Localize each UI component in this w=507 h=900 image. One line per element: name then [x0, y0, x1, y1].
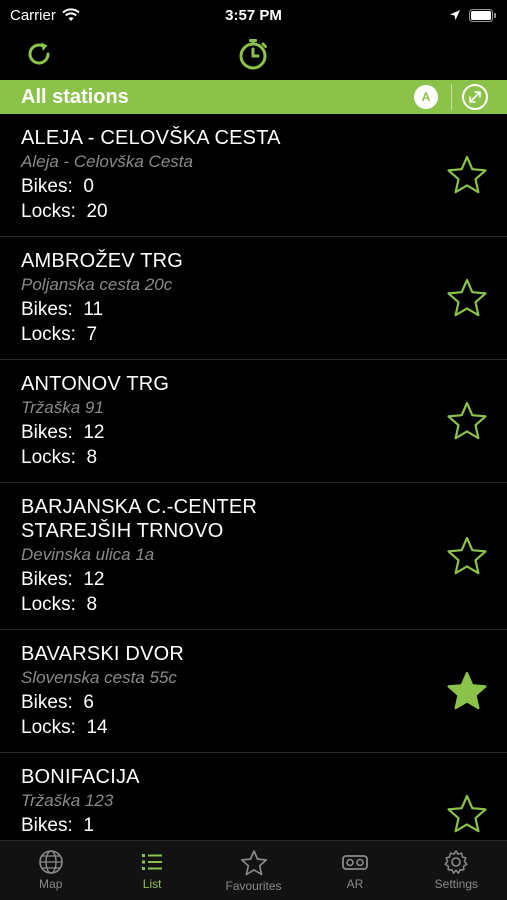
station-list: ALEJA - CELOVŠKA CESTA Aleja - Celovška … — [0, 114, 507, 840]
bikes-label: Bikes: — [21, 569, 73, 590]
tab-ar[interactable]: AR — [304, 841, 405, 900]
carrier-label: Carrier — [10, 6, 56, 24]
locks-count: 14 — [86, 717, 108, 738]
status-bar: Carrier 3:57 PM — [0, 0, 507, 30]
vr-headset-icon — [342, 855, 368, 870]
tab-label: AR — [346, 877, 364, 891]
locks-label: Locks: — [21, 594, 76, 615]
tab-label: Favourites — [225, 879, 282, 893]
locks-count: 8 — [86, 447, 98, 468]
station-name: BONIFACIJA — [21, 766, 140, 788]
favourite-star-icon[interactable] — [446, 400, 488, 442]
favourite-star-filled-icon[interactable] — [446, 670, 488, 712]
station-name: BAVARSKI DVOR — [21, 643, 185, 665]
globe-icon — [38, 850, 63, 874]
locks-label: Locks: — [21, 201, 76, 222]
locks-count: 20 — [86, 201, 108, 222]
locks-label: Locks: — [21, 447, 76, 468]
bikes-stat: Bikes: 12 — [21, 420, 427, 445]
locks-stat: Locks: 20 — [21, 199, 427, 224]
station-row[interactable]: BAVARSKI DVOR Slovenska cesta 55c Bikes:… — [0, 630, 507, 753]
section-header: All stations A — [0, 80, 507, 114]
station-row[interactable]: AMBROŽEV TRG Poljanska cesta 20c Bikes: … — [0, 237, 507, 360]
bikes-count: 6 — [83, 692, 94, 713]
bikes-count: 12 — [83, 569, 105, 590]
bikes-count: 11 — [83, 299, 104, 320]
battery-icon — [469, 8, 496, 22]
bikes-count: 0 — [83, 176, 94, 197]
favourite-star-icon[interactable] — [446, 154, 488, 196]
timer-icon — [239, 39, 267, 70]
favourite-star-icon[interactable] — [446, 277, 488, 319]
bikes-stat: Bikes: 12 — [21, 567, 427, 592]
favourite-star-icon[interactable] — [446, 793, 488, 835]
timer-button[interactable] — [233, 34, 273, 74]
station-address: Slovenska cesta 55c — [21, 668, 177, 687]
tab-label: List — [142, 877, 162, 891]
tab-map[interactable]: Map — [0, 841, 101, 900]
toolbar — [0, 30, 507, 78]
bikes-label: Bikes: — [21, 422, 73, 443]
station-address: Aleja - Celovška Cesta — [21, 152, 193, 171]
bikes-label: Bikes: — [21, 692, 73, 713]
section-title: All stations — [21, 85, 129, 108]
list-icon — [142, 854, 163, 870]
sort-alphabetical-button[interactable]: A — [414, 85, 438, 109]
station-address: Tržaška 123 — [21, 791, 114, 810]
station-row[interactable]: BARJANSKA C.-CENTER STAREJŠIH TRNOVO Dev… — [0, 483, 507, 630]
tab-list[interactable]: List — [101, 841, 202, 900]
bikes-stat: Bikes: 6 — [21, 690, 427, 715]
star-icon — [240, 850, 267, 876]
locks-count: 7 — [86, 324, 98, 345]
bikes-label: Bikes: — [21, 176, 73, 197]
header-divider — [451, 84, 452, 110]
bikes-count: 1 — [83, 815, 94, 836]
locks-stat: Locks: 8 — [21, 592, 427, 617]
tab-favourites[interactable]: Favourites — [203, 841, 304, 900]
bikes-label: Bikes: — [21, 299, 73, 320]
tab-label: Settings — [434, 877, 478, 891]
status-right — [449, 8, 497, 22]
station-row[interactable]: BONIFACIJA Tržaška 123 Bikes: 1 Locks: — [0, 753, 507, 840]
station-row[interactable]: ALEJA - CELOVŠKA CESTA Aleja - Celovška … — [0, 114, 507, 237]
gear-icon — [444, 850, 468, 874]
station-name: AMBROŽEV TRG — [21, 250, 184, 272]
station-row[interactable]: ANTONOV TRG Tržaška 91 Bikes: 12 Locks: … — [0, 360, 507, 483]
expand-icon — [469, 91, 481, 103]
locks-stat: Locks: 8 — [21, 445, 427, 470]
station-name: ANTONOV TRG — [21, 373, 170, 395]
tab-settings[interactable]: Settings — [406, 841, 507, 900]
locks-label: Locks: — [21, 717, 76, 738]
tab-label: Map — [39, 877, 63, 891]
bikes-stat: Bikes: 0 — [21, 174, 427, 199]
bikes-count: 12 — [83, 422, 105, 443]
station-address: Poljanska cesta 20c — [21, 275, 173, 294]
refresh-button[interactable] — [19, 34, 59, 74]
locks-count: 8 — [86, 594, 98, 615]
locks-stat: Locks: 14 — [21, 715, 427, 740]
station-address: Tržaška 91 — [21, 398, 104, 417]
status-left: Carrier — [10, 7, 80, 24]
locks-stat: Locks: 7 — [21, 322, 427, 347]
tab-bar: Map List Favourites AR Settings — [0, 840, 507, 900]
bikes-stat: Bikes: 1 — [21, 813, 427, 838]
expand-button[interactable] — [462, 84, 488, 110]
location-arrow-icon — [450, 10, 460, 20]
refresh-icon — [28, 42, 50, 65]
bikes-label: Bikes: — [21, 815, 73, 836]
station-address: Devinska ulica 1a — [21, 545, 155, 564]
locks-label: Locks: — [21, 324, 76, 345]
station-name: BARJANSKA C.-CENTER STAREJŠIH TRNOVO — [21, 496, 258, 542]
station-name: ALEJA - CELOVŠKA CESTA — [21, 127, 281, 149]
bikes-stat: Bikes: 11 — [21, 297, 427, 322]
favourite-star-icon[interactable] — [446, 535, 488, 577]
wifi-icon — [62, 8, 80, 21]
